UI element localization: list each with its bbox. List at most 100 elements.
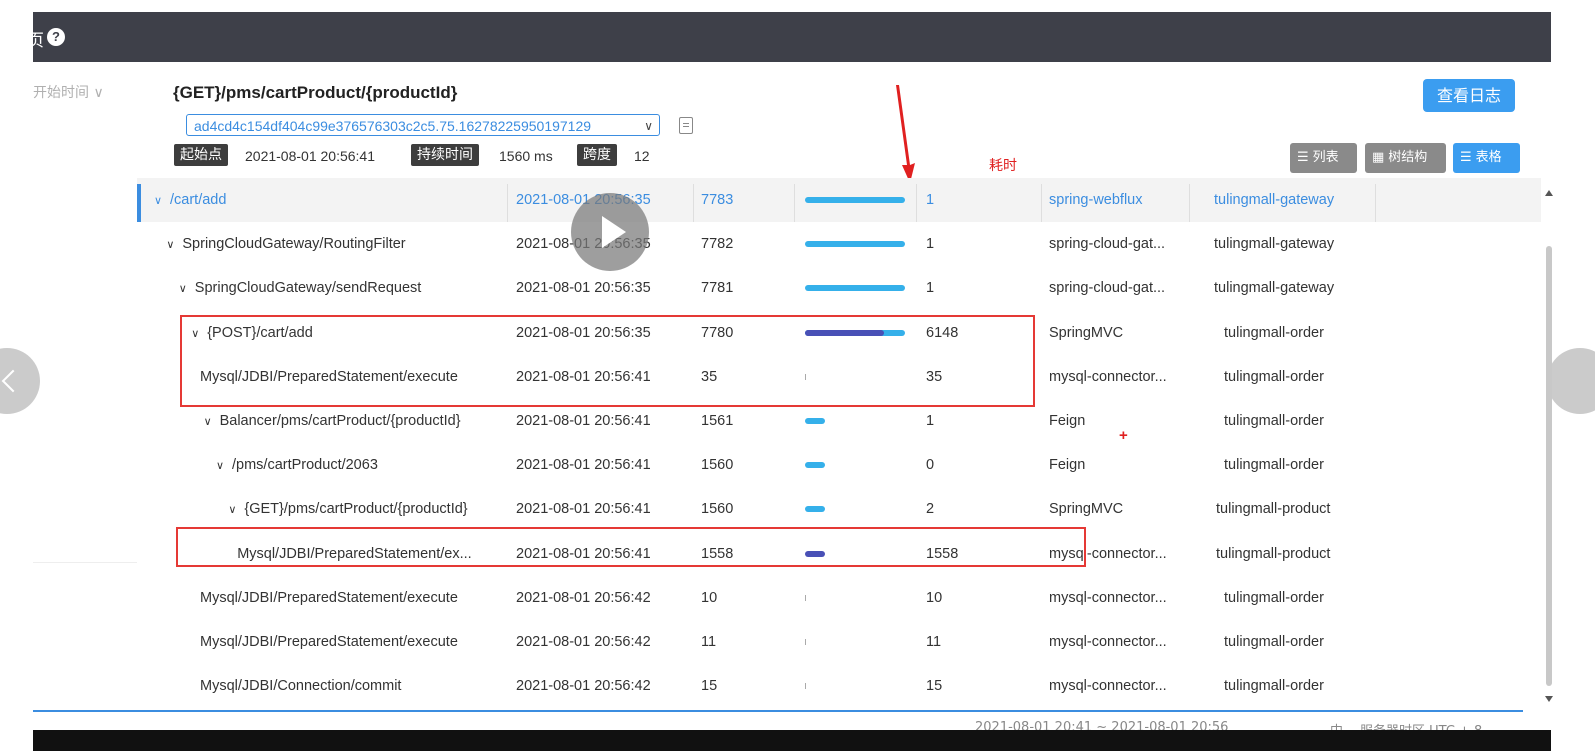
span-name: /pms/cartProduct/2063 — [232, 457, 378, 474]
span-component: spring-cloud-gat... — [1049, 236, 1166, 253]
span-endpoint: ∨/pms/cartProduct/2063 — [216, 443, 378, 487]
span-service: tulingmall-order — [1224, 678, 1324, 695]
span-endpoint: Mysql/JDBI/PreparedStatement/execute — [200, 576, 458, 620]
span-component: mysql-connector... — [1049, 634, 1167, 650]
sort-by-start-time[interactable]: 开始时间 ∨ — [33, 82, 104, 102]
span-self-ms: 1 — [926, 236, 935, 253]
scroll-down-icon[interactable] — [1545, 696, 1553, 702]
table-row[interactable]: Mysql/JDBI/Connection/commit 2021-08-01 2… — [137, 664, 1541, 708]
table-row[interactable]: ∨/pms/cartProduct/2063 2021-08-01 20:56:4… — [137, 443, 1541, 487]
duration-value: 1560 ms — [499, 148, 553, 164]
table-scrollbar[interactable] — [1544, 186, 1554, 706]
span-start-time: 2021-08-01 20:56:42 — [516, 589, 651, 606]
view-logs-button[interactable]: 查看日志 — [1423, 79, 1515, 112]
span-service: tulingmall-gateway — [1214, 280, 1335, 297]
span-component: Feign — [1049, 457, 1086, 474]
bottom-divider — [33, 710, 1523, 712]
trace-id-select[interactable]: ad4cd4c154df404c99e376576303c2c5.75.1627… — [186, 114, 660, 136]
span-name: Balancer/pms/cartProduct/{productId} — [219, 413, 461, 429]
table-row[interactable]: ∨ SpringCloudGateway/sendRequest 2021-08-0… — [137, 266, 1541, 310]
span-endpoint: ∨/cart/add — [154, 178, 226, 222]
span-exec-ms: 11 — [701, 634, 717, 650]
column-separator — [1375, 184, 1376, 222]
span-exec-ms: 7781 — [701, 280, 734, 297]
table-row[interactable]: Mysql/JDBI/PreparedStatement/execute 2021… — [137, 576, 1541, 620]
span-tag: 跨度 — [577, 144, 617, 166]
left-panel: 开始时间 ∨ — [33, 62, 137, 563]
table-row[interactable]: ∨/cart/add 2021-08-01 20:56:35 7783 1 spring… — [137, 178, 1541, 222]
span-name: Mysql/JDBI/PreparedStatement/execute — [200, 634, 458, 650]
table-icon: ☰ — [1460, 150, 1472, 165]
copy-icon[interactable] — [679, 117, 693, 134]
span-service: tulingmall-order — [1224, 589, 1324, 606]
column-separator — [794, 184, 795, 222]
span-endpoint: Mysql/JDBI/PreparedStatement/execute — [200, 620, 458, 664]
duration-tag: 持续时间 — [411, 144, 479, 166]
chevron-down-icon[interactable]: ∨ — [154, 179, 166, 223]
span-service: tulingmall-order — [1224, 457, 1324, 474]
span-component: spring-webflux — [1049, 192, 1143, 208]
scroll-thumb[interactable] — [1546, 246, 1552, 686]
chevron-down-icon[interactable]: ∨ — [228, 488, 240, 532]
play-icon[interactable] — [571, 193, 649, 271]
column-separator — [1041, 184, 1042, 222]
chevron-down-icon[interactable]: ∨ — [216, 444, 228, 488]
span-exec-ms: 1560 — [701, 501, 734, 518]
topbar-partial-text: 页 — [27, 31, 44, 51]
span-self-ms: 1 — [926, 280, 935, 297]
table-row[interactable]: Mysql/JDBI/PreparedStatement/execute 2021… — [137, 620, 1541, 664]
span-service: tulingmall-gateway — [1214, 236, 1335, 253]
trace-id-value: ad4cd4c154df404c99e376576303c2c5.75.1627… — [194, 118, 592, 134]
tree-view-button[interactable]: ▦ 树结构 — [1365, 143, 1446, 173]
duration-bar — [805, 506, 825, 513]
list-icon: ☰ — [1297, 150, 1309, 165]
span-self-ms: 15 — [926, 678, 943, 695]
highlight-box-order — [180, 315, 1035, 407]
table-row[interactable]: ∨ SpringCloudGateway/RoutingFilter 2021-08… — [137, 222, 1541, 266]
table-view-button[interactable]: ☰ 表格 — [1453, 143, 1520, 173]
scroll-up-icon[interactable] — [1545, 190, 1553, 196]
next-arrow-icon[interactable] — [1547, 348, 1595, 414]
span-endpoint: ∨ SpringCloudGateway/sendRequest — [179, 266, 422, 310]
duration-bar — [805, 285, 905, 292]
span-exec-ms: 10 — [701, 589, 718, 606]
span-exec-ms: 7782 — [701, 236, 734, 253]
table-view-label: 表格 — [1475, 150, 1502, 165]
chevron-down-icon[interactable]: ∨ — [166, 223, 178, 267]
start-tag: 起始点 — [174, 144, 228, 166]
span-self-ms: 1 — [926, 192, 935, 208]
span-component: mysql-connector... — [1049, 368, 1167, 385]
span-value: 12 — [634, 148, 650, 164]
start-value: 2021-08-01 20:56:41 — [245, 148, 375, 164]
column-separator — [916, 184, 917, 222]
span-exec-ms: 7783 — [701, 192, 734, 208]
chevron-down-icon: ∨ — [644, 119, 653, 133]
span-endpoint: Mysql/JDBI/Connection/commit — [200, 664, 401, 708]
chevron-down-icon[interactable]: ∨ — [179, 267, 191, 311]
span-endpoint: ∨ {GET}/pms/cartProduct/{productId} — [228, 487, 467, 531]
annotation-arrow-icon — [896, 85, 915, 183]
span-service: tulingmall-product — [1216, 501, 1331, 518]
list-view-button[interactable]: ☰ 列表 — [1290, 143, 1357, 173]
duration-bar — [805, 462, 825, 469]
span-self-ms: 10 — [926, 589, 943, 606]
span-name: Mysql/JDBI/Connection/commit — [200, 678, 402, 695]
span-component: SpringMVC — [1049, 324, 1124, 341]
span-service: tulingmall-order — [1224, 634, 1324, 650]
help-icon[interactable]: ? — [47, 28, 65, 46]
span-component: Feign — [1049, 413, 1086, 429]
span-name: Mysql/JDBI/PreparedStatement/execute — [200, 589, 458, 606]
span-start-time: 2021-08-01 20:56:35 — [516, 280, 651, 297]
video-control-bar — [33, 730, 1551, 751]
span-start-time: 2021-08-01 20:56:41 — [516, 457, 651, 474]
list-view-label: 列表 — [1312, 150, 1339, 165]
span-service: tulingmall-product — [1216, 545, 1331, 562]
duration-bar — [805, 241, 905, 248]
table-row[interactable]: ∨ {GET}/pms/cartProduct/{productId} 2021-0… — [137, 487, 1541, 531]
tree-icon: ▦ — [1372, 150, 1385, 165]
trace-title: {GET}/pms/cartProduct/{productId} — [173, 83, 458, 102]
span-component: SpringMVC — [1049, 501, 1124, 518]
span-component: mysql-connector... — [1049, 589, 1167, 606]
span-name: SpringCloudGateway/RoutingFilter — [182, 236, 406, 253]
span-exec-ms: 1560 — [701, 457, 734, 474]
